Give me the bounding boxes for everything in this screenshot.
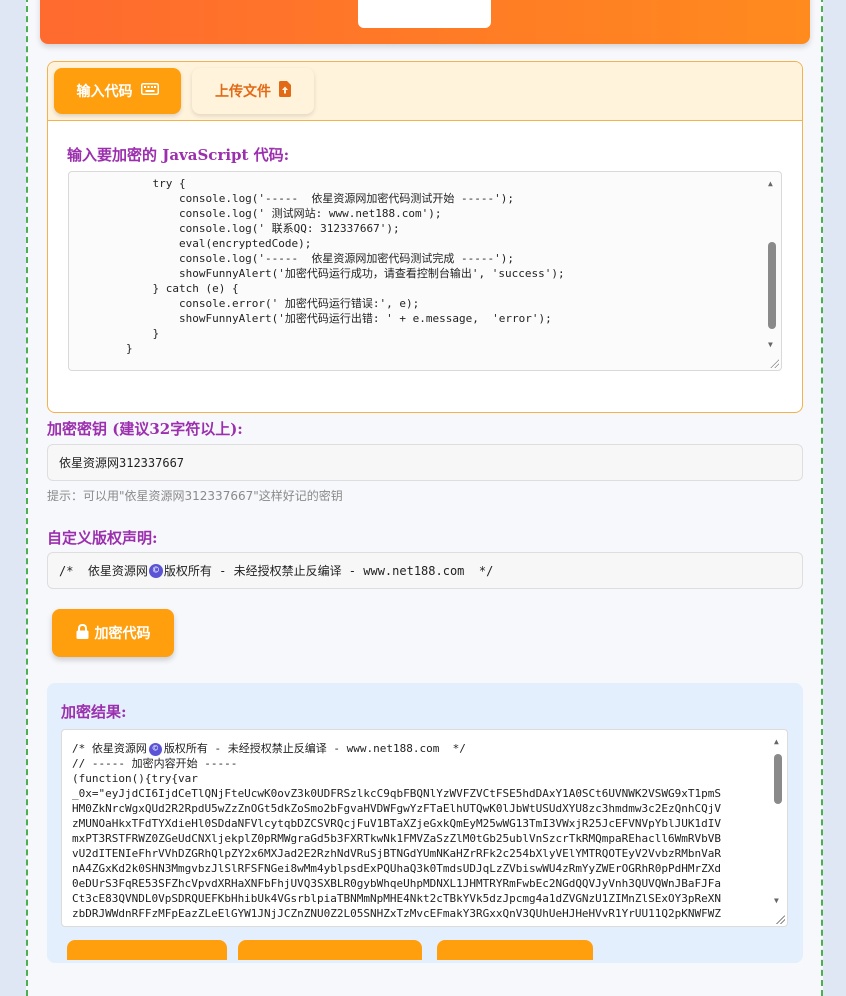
code-line: console.log(' 测试网站: www.net188.com');: [73, 207, 442, 220]
copyright-symbol-icon: ©: [148, 742, 162, 756]
code-line: }: [73, 342, 133, 355]
code-line: try {: [73, 177, 186, 190]
code-line: }: [73, 327, 160, 340]
scroll-down-icon[interactable]: ▼: [768, 341, 773, 349]
bottom-button-1[interactable]: [67, 940, 227, 960]
tab-upload-file-label: 上传文件: [215, 84, 271, 100]
code-line: showFunnyAlert('加密代码运行出错: ' + e.message,…: [73, 312, 552, 325]
key-hint: 提示：可以用"依星资源网312337667"这样好记的密钥: [47, 489, 343, 503]
code-line: console.log('----- 依星资源网加密代码测试完成 -----')…: [73, 252, 515, 265]
result-line: vU2dITENIeFhrVVhDZGRhQlpZY2x6MXJad2E2Rzh…: [72, 847, 722, 860]
code-line: showFunnyAlert('加密代码运行成功，请查看控制台输出', 'suc…: [73, 267, 565, 280]
result-lines: /* 依星资源网 © 版权所有 - 未经授权禁止反编译 - www.net188.c…: [72, 741, 765, 921]
result-line: nA4ZGxKd2k0SHN3MmgvbzJlSlRFSFNGei8wMm4yb…: [72, 862, 722, 875]
result-line: Ct3cE83QVNDL0VpSDRQUEFKbHhibUk4VGsrblpia…: [72, 892, 722, 905]
result-line: (function(){try{var: [72, 772, 198, 785]
key-input[interactable]: 依星资源网312337667: [47, 444, 803, 481]
code-line: console.log(' 联系QQ: 312337667');: [73, 222, 400, 235]
scroll-thumb[interactable]: [774, 754, 782, 804]
scroll-up-icon[interactable]: ▲: [768, 180, 773, 188]
result-line: zMUNOaHkxTFdTYXdieHl0SDdaNFVlcytqbDZCSVR…: [72, 817, 722, 830]
result-copyright-line: /* 依星资源网 © 版权所有 - 未经授权禁止反编译 - www.net188.c…: [72, 741, 765, 756]
result-line: zbDRJWWdnRFFzMFpEazZLeElGYW1JNjJCZnZNU0Z…: [72, 907, 722, 920]
result-copyright-prefix: /* 依星资源网: [72, 742, 147, 755]
encrypt-button[interactable]: 加密代码: [52, 609, 174, 657]
code-input-label: 输入要加密的 JavaScript 代码:: [67, 146, 290, 164]
code-line: eval(encryptedCode);: [73, 237, 312, 250]
result-label: 加密结果:: [61, 703, 127, 721]
result-line: 0eDUrS3FqRE53SFZhcVpvdXRHaXNFbFhjUVQ3SXB…: [72, 877, 722, 890]
key-label: 加密密钥 (建议32字符以上):: [47, 420, 243, 438]
copyright-input[interactable]: /* 依星资源网 © 版权所有 - 未经授权禁止反编译 - www.net188…: [47, 552, 803, 589]
scroll-thumb[interactable]: [768, 242, 776, 329]
result-line: mxPT3RSTFRWZ0ZGeUdCNXljekplZ0pRMWgraGd5b…: [72, 832, 722, 845]
result-textarea[interactable]: /* 依星资源网 © 版权所有 - 未经授权禁止反编译 - www.net188.c…: [61, 729, 788, 927]
bottom-button-3[interactable]: [437, 940, 593, 960]
result-line: // ----- 加密内容开始 -----: [72, 757, 238, 770]
resize-handle-icon[interactable]: [769, 358, 779, 368]
tab-bar: 输入代码 上传文件: [48, 62, 802, 121]
keyboard-icon: [140, 83, 159, 99]
code-scrollbar[interactable]: ▲ ▼: [765, 174, 779, 356]
encrypt-button-label: 加密代码: [94, 626, 151, 642]
code-line: } catch (e) {: [73, 282, 239, 295]
copyright-symbol-icon: ©: [148, 563, 163, 578]
copyright-prefix: /* 依星资源网: [59, 564, 148, 578]
result-line: _0x="eyJjdCI6IjdCeTlQNjFteUcwK0ovZ3k0UDF…: [72, 787, 722, 800]
result-copyright-suffix: 版权所有 - 未经授权禁止反编译 - www.net188.com */: [163, 742, 466, 755]
copyright-label: 自定义版权声明:: [47, 529, 158, 547]
resize-handle-icon[interactable]: [775, 914, 785, 924]
copyright-suffix: 版权所有 - 未经授权禁止反编译 - www.net188.com */: [163, 564, 494, 578]
scroll-down-icon[interactable]: ▼: [774, 897, 779, 905]
code-line: console.error(' 加密代码运行错误:', e);: [73, 297, 420, 310]
lock-icon: [76, 623, 89, 643]
result-line: HM0ZkNrcWgxQUd2R2RpdU5wZzZnOGt5dkZoSmo2b…: [72, 802, 722, 815]
file-upload-icon: [279, 81, 291, 101]
bottom-button-2[interactable]: [238, 940, 422, 960]
code-lines: try { console.log('----- 依星资源网加密代码测试开始 -…: [73, 176, 759, 356]
tab-input-code[interactable]: 输入代码: [54, 68, 181, 114]
code-textarea[interactable]: try { console.log('----- 依星资源网加密代码测试开始 -…: [68, 171, 782, 371]
tab-input-code-label: 输入代码: [76, 84, 133, 100]
banner-box: [358, 0, 491, 28]
tab-upload-file[interactable]: 上传文件: [192, 68, 314, 114]
header-banner: [40, 0, 810, 44]
result-scrollbar[interactable]: ▲ ▼: [771, 732, 785, 912]
scroll-up-icon[interactable]: ▲: [774, 738, 779, 746]
code-line: console.log('----- 依星资源网加密代码测试开始 -----')…: [73, 192, 515, 205]
